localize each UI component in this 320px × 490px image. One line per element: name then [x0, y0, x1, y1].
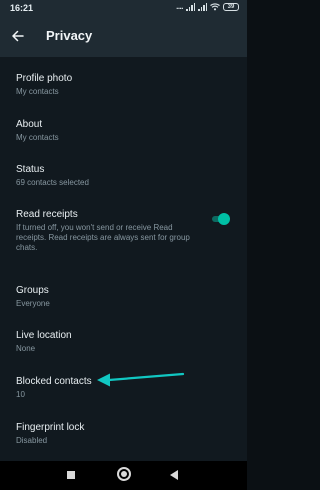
settings-list: Profile photo My contacts About My conta…	[0, 57, 247, 461]
signal-bars-icon	[186, 2, 195, 11]
status-time: 16:21	[10, 3, 34, 13]
setting-subtitle: My contacts	[16, 133, 59, 142]
setting-status[interactable]: Status 69 contacts selected	[0, 164, 247, 199]
read-receipts-toggle[interactable]	[212, 213, 230, 225]
wifi-icon	[210, 2, 220, 10]
signal-dots-icon: ....	[176, 2, 183, 11]
setting-subtitle: 69 contacts selected	[16, 178, 89, 187]
setting-profile-photo[interactable]: Profile photo My contacts	[0, 73, 247, 108]
page-title: Privacy	[46, 28, 93, 43]
setting-subtitle: None	[16, 344, 36, 353]
setting-title: About	[16, 119, 43, 130]
setting-title: Groups	[16, 285, 49, 296]
setting-title: Fingerprint lock	[16, 422, 85, 433]
setting-read-receipts[interactable]: Read receipts If turned off, you won't s…	[0, 209, 247, 264]
setting-subtitle: Disabled	[16, 436, 48, 445]
setting-title: Live location	[16, 330, 72, 341]
status-icons: .... 39	[176, 2, 239, 11]
setting-subtitle: If turned off, you won't send or receive…	[16, 223, 190, 252]
toggle-knob	[218, 213, 230, 225]
recents-square-icon[interactable]	[67, 471, 75, 479]
setting-blocked-contacts[interactable]: Blocked contacts 10	[0, 376, 247, 411]
phone-screen: 16:21 .... 39 Privacy Profile photo My c…	[0, 0, 247, 490]
setting-title: Profile photo	[16, 73, 73, 84]
setting-live-location[interactable]: Live location None	[0, 330, 247, 365]
setting-about[interactable]: About My contacts	[0, 119, 247, 154]
back-triangle-icon[interactable]	[170, 470, 178, 480]
status-bar: 16:21 .... 39	[0, 0, 247, 16]
setting-title: Read receipts	[16, 209, 78, 220]
battery-icon: 39	[223, 2, 239, 11]
setting-groups[interactable]: Groups Everyone	[0, 285, 247, 320]
app-bar: Privacy	[0, 16, 247, 57]
setting-subtitle: My contacts	[16, 87, 59, 96]
signal-bars-icon	[198, 2, 207, 11]
home-circle-icon[interactable]	[117, 467, 131, 481]
setting-fingerprint-lock[interactable]: Fingerprint lock Disabled	[0, 422, 247, 457]
setting-title: Status	[16, 164, 45, 175]
navigation-bar	[0, 461, 247, 490]
setting-title: Blocked contacts	[16, 376, 92, 387]
setting-subtitle: 10	[16, 390, 25, 399]
setting-subtitle: Everyone	[16, 299, 50, 308]
back-arrow-icon[interactable]	[6, 24, 30, 48]
